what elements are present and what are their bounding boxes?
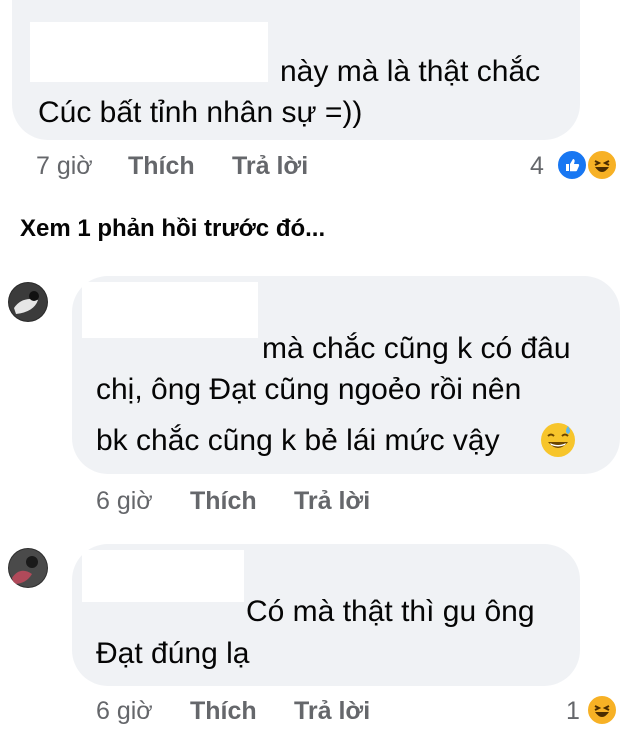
reply-button[interactable]: Trả lời [232, 151, 308, 181]
comment-text-line: chị, ông Đạt cũng ngoẻo rồi nên [96, 373, 522, 406]
like-button[interactable]: Thích [190, 486, 257, 516]
reply-button[interactable]: Trả lời [294, 486, 370, 516]
reaction-count[interactable]: 4 [530, 151, 544, 181]
view-previous-replies-link[interactable]: Xem 1 phản hồi trước đó... [20, 214, 325, 244]
comment-timestamp[interactable]: 6 giờ [96, 696, 153, 726]
haha-icon[interactable] [586, 149, 618, 181]
comment-text-line: Có mà thật thì gu ông [246, 595, 535, 628]
comment-text-line: này mà là thật chắc [280, 55, 541, 88]
comment-timestamp[interactable]: 7 giờ [36, 151, 93, 181]
reaction-count[interactable]: 1 [566, 696, 580, 726]
redacted-author-name [82, 550, 244, 602]
redacted-author-name [82, 282, 258, 338]
comment-text-line: Cúc bất tỉnh nhân sự =)) [38, 96, 363, 129]
like-icon[interactable] [556, 149, 588, 181]
redacted-author-name [30, 22, 268, 82]
comment-timestamp[interactable]: 6 giờ [96, 486, 153, 516]
comment-text-line: mà chắc cũng k có đâu [262, 332, 571, 365]
comment-text-line: bk chắc cũng k bẻ lái mức vậy [96, 424, 500, 457]
avatar[interactable] [8, 282, 48, 322]
like-button[interactable]: Thích [190, 696, 257, 726]
haha-icon[interactable] [586, 694, 618, 726]
comment-text-line: Đạt đúng lạ [96, 637, 250, 670]
sweat-smile-icon [540, 422, 576, 458]
reply-button[interactable]: Trả lời [294, 696, 370, 726]
like-button[interactable]: Thích [128, 151, 195, 181]
avatar[interactable] [8, 548, 48, 588]
redacted-author-name [100, 342, 250, 356]
